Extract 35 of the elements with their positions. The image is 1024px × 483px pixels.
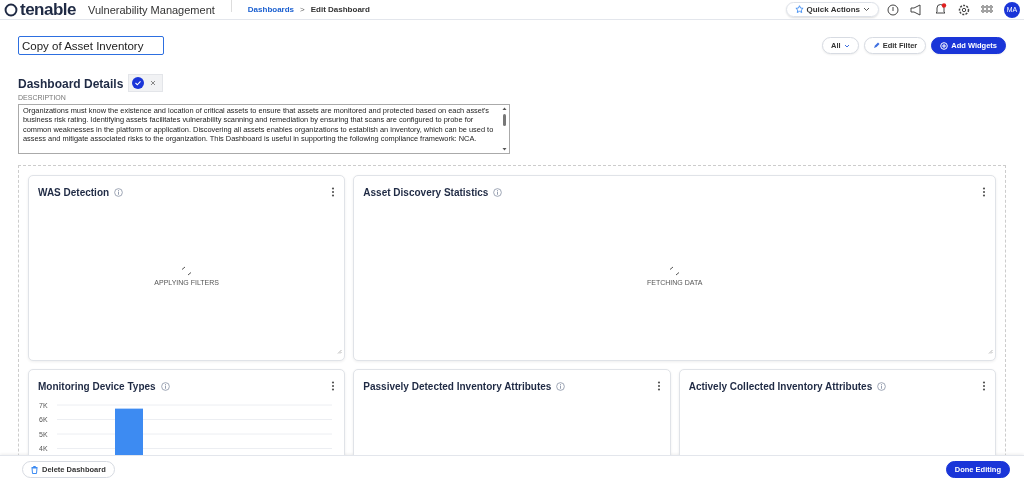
widget-title: Asset Discovery Statistics [363,186,489,198]
more-options-icon[interactable] [982,187,986,197]
scrollbar-icon[interactable] [501,106,508,152]
loading-spinner-icon [180,266,193,277]
logo-icon [4,2,18,17]
resize-handle-icon[interactable] [337,349,343,354]
apps-grid-icon[interactable] [981,4,993,15]
widget-title: WAS Detection [38,186,110,198]
notifications-icon[interactable] [934,3,947,16]
star-icon [794,5,804,14]
logo-text: tenable [20,0,77,19]
confirm-icon[interactable] [132,77,144,89]
more-options-icon[interactable] [331,187,336,197]
megaphone-icon[interactable] [910,3,923,16]
more-options-icon[interactable] [656,381,661,391]
close-icon[interactable] [150,80,156,86]
more-options-icon[interactable] [331,381,336,391]
settings-icon[interactable] [958,3,970,16]
dashboard-title-field[interactable]: Copy of Asset Inventory [18,36,164,55]
widget-title: Passively Detected Inventory Attributes [363,380,552,392]
widget-title: Monitoring Device Types [38,380,156,392]
section-heading: Dashboard Details [18,77,124,91]
chevron-down-icon [843,43,850,48]
loading-spinner-icon [668,266,681,277]
chevron-down-icon [863,7,870,12]
trash-icon [31,465,38,474]
pencil-icon [872,42,880,49]
more-options-icon[interactable] [982,381,986,391]
resize-handle-icon[interactable] [988,349,993,354]
breadcrumb-link[interactable]: Dashboards [247,5,295,14]
product-name: Vulnerability Management [88,3,215,16]
breadcrumb-separator: > [300,5,305,14]
plus-circle-icon [940,41,949,50]
widget-title: Actively Collected Inventory Attributes [688,380,873,392]
breadcrumb-current: Edit Dashboard [310,5,370,14]
